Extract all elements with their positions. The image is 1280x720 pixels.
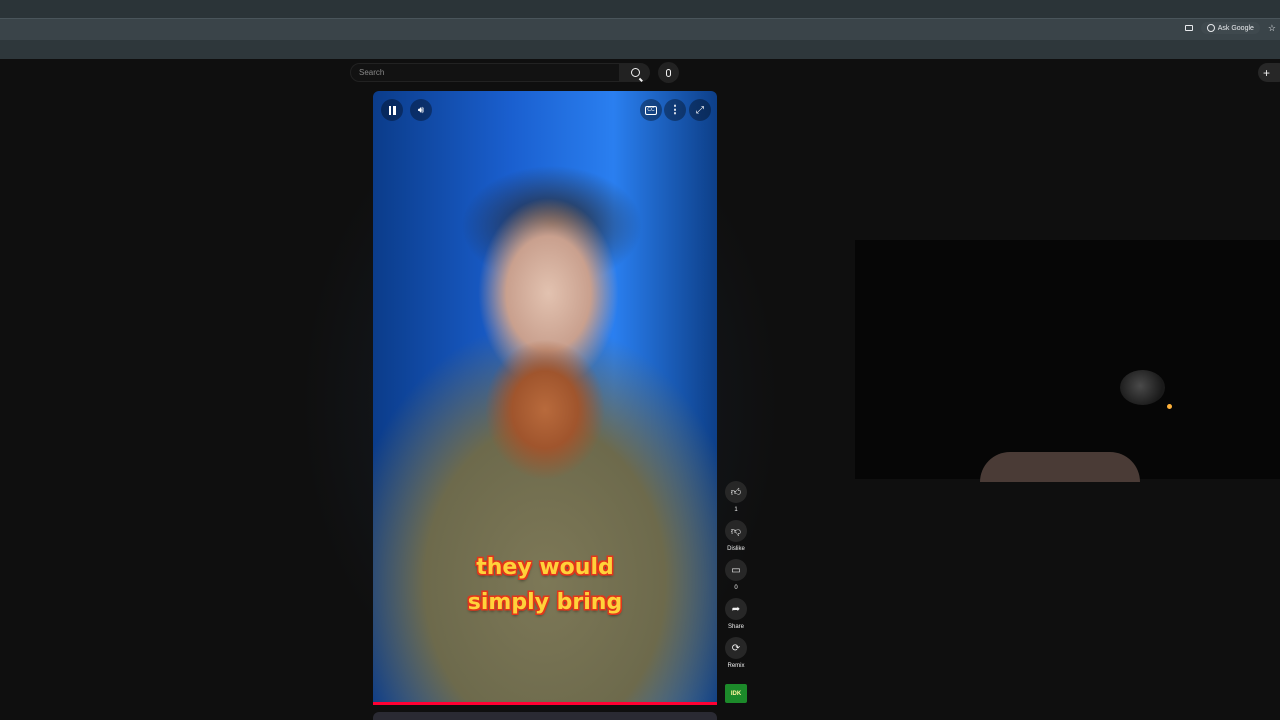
more-options-button[interactable]: ⋮ [664, 99, 686, 121]
comments-button[interactable]: ▭ [725, 559, 747, 581]
progress-fill [373, 702, 717, 705]
dislike-label: Dislike [727, 546, 745, 552]
mic-icon [666, 68, 671, 77]
channel-badge: IDK [730, 690, 742, 697]
more-icon: ⋮ [669, 103, 681, 116]
fullscreen-button[interactable]: ⤢ [689, 99, 711, 121]
like-count: 1 [734, 507, 738, 513]
pause-icon [388, 105, 396, 115]
plus-icon: + [1263, 65, 1271, 80]
caption-line-1: they would [476, 555, 614, 580]
create-button[interactable]: + [1258, 63, 1280, 82]
search-icon [630, 68, 640, 77]
browser-actions: Ask Google ☆ [1184, 22, 1276, 34]
thumbs-down-icon: 👎︎ [730, 526, 742, 537]
chair-back [980, 452, 1140, 482]
voice-search-button[interactable] [658, 62, 679, 83]
comment-count: 0 [734, 585, 738, 591]
captions-icon: CC [645, 105, 657, 115]
ask-google-button[interactable]: Ask Google [1200, 22, 1260, 34]
indicator-light [1167, 404, 1172, 409]
google-lens-icon [1206, 24, 1215, 32]
captions-button[interactable]: CC [640, 99, 662, 121]
thumbs-up-icon: 👍︎ [730, 487, 742, 498]
cast-icon[interactable] [1184, 25, 1193, 31]
webcam-panel [855, 240, 1280, 482]
share-icon: ➦ [731, 603, 741, 615]
star-icon[interactable]: ☆ [1268, 23, 1276, 34]
pause-button[interactable] [381, 99, 403, 121]
remix-icon: ⟳ [731, 642, 741, 654]
share-label: Share [727, 624, 744, 630]
volume-button[interactable]: 🔊︎ [410, 99, 432, 121]
channel-avatar[interactable]: IDK [725, 684, 747, 703]
progress-bar[interactable] [373, 702, 717, 705]
next-short-preview[interactable] [373, 712, 717, 720]
dislike-button[interactable]: 👎︎ [725, 520, 747, 542]
comment-icon: ▭ [731, 564, 741, 576]
ask-google-label: Ask Google [1217, 24, 1254, 32]
share-button[interactable]: ➦ [725, 598, 747, 620]
browser-tab-strip [0, 0, 1280, 18]
search-input[interactable]: Search [350, 63, 620, 82]
volume-icon: 🔊︎ [417, 104, 425, 116]
search-button[interactable] [620, 63, 650, 82]
browser-bookmarks-bar [0, 40, 1280, 59]
remix-button[interactable]: ⟳ [725, 637, 747, 659]
like-button[interactable]: 👍︎ [725, 481, 747, 503]
fullscreen-icon: ⤢ [696, 104, 704, 116]
search-placeholder: Search [359, 68, 385, 77]
microphone-prop [1120, 370, 1165, 405]
caption-line-2: simply bring [467, 590, 623, 615]
remix-label: Remix [727, 663, 745, 669]
browser-address-bar[interactable] [0, 18, 1280, 40]
